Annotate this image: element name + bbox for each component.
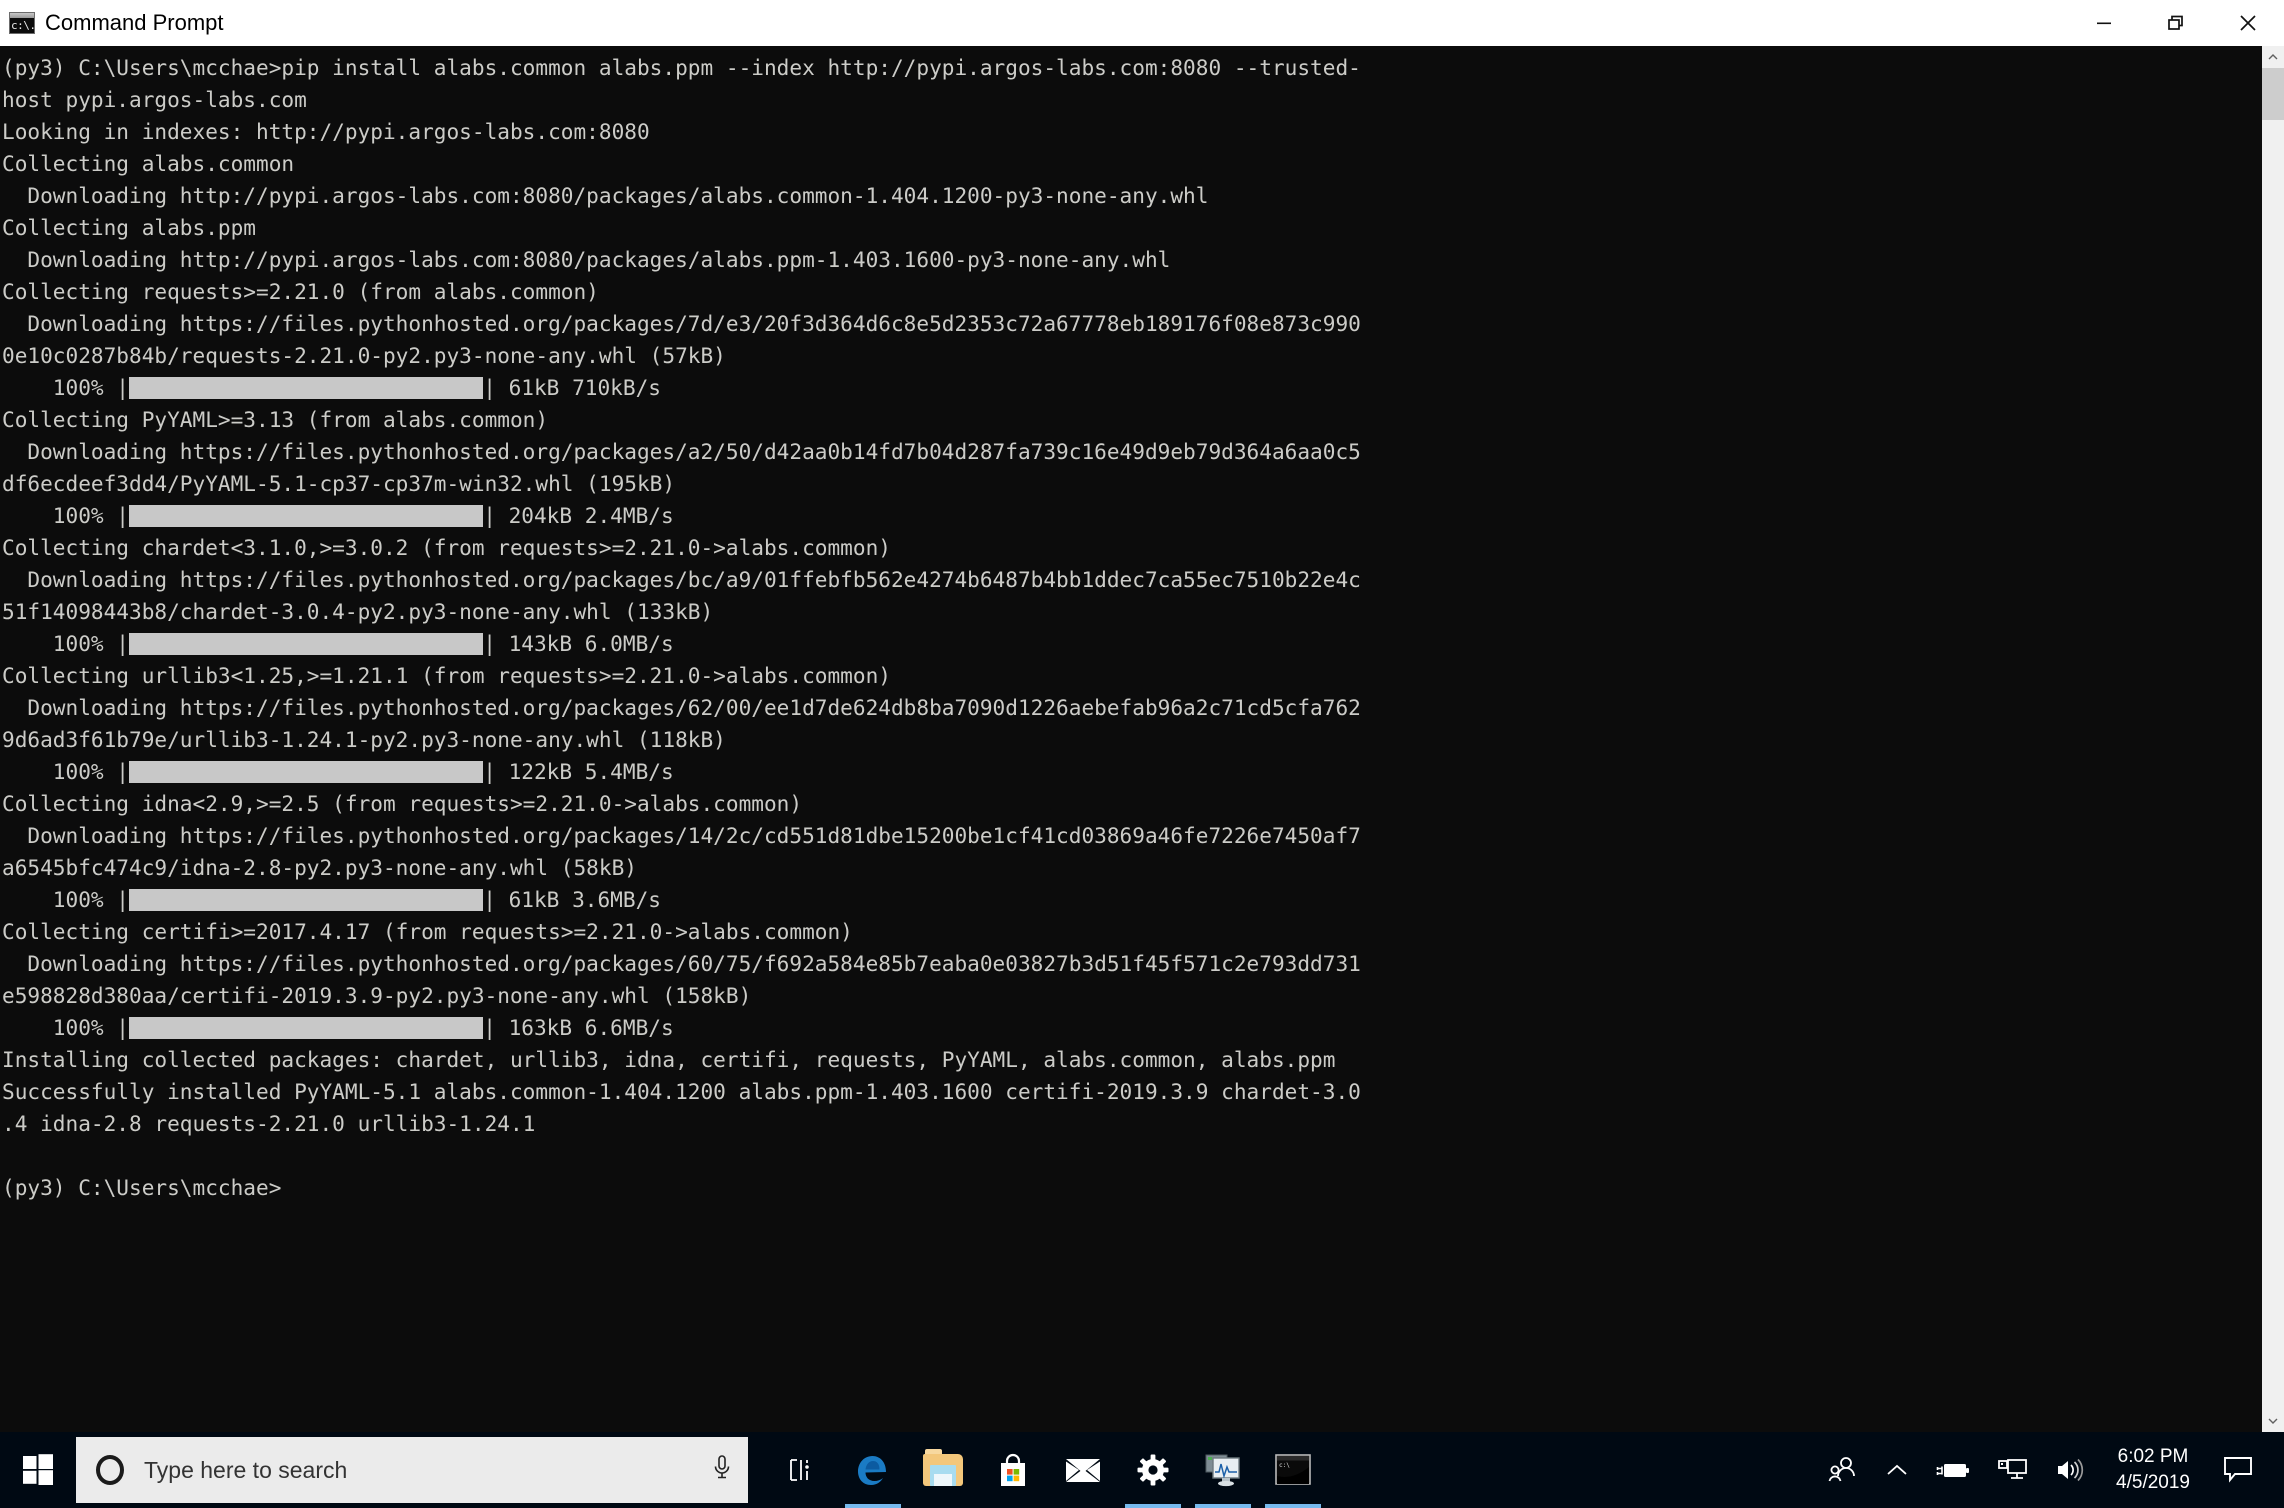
window-titlebar[interactable]: Command Prompt <box>0 0 2284 46</box>
network-icon[interactable] <box>1984 1432 2042 1508</box>
people-icon[interactable] <box>1814 1432 1872 1508</box>
progress-bar <box>129 633 484 655</box>
clock-date: 4/5/2019 <box>2116 1472 2190 1493</box>
task-view-icon <box>790 1459 809 1481</box>
taskbar-item-command-prompt[interactable]: c:\ <box>1259 1432 1327 1508</box>
progress-bar <box>129 505 484 527</box>
window-title: Command Prompt <box>45 10 224 35</box>
action-center-button[interactable] <box>2206 1432 2276 1508</box>
search-input[interactable]: Type here to search <box>76 1437 748 1503</box>
restore-icon <box>2168 15 2183 30</box>
scroll-up-button[interactable] <box>2262 46 2284 68</box>
taskbar-item-file-explorer[interactable] <box>909 1432 977 1508</box>
terminal-scrollbar[interactable] <box>2262 46 2284 1432</box>
progress-bar <box>129 761 484 783</box>
speaker-icon[interactable] <box>2042 1432 2100 1508</box>
battery-charging-icon[interactable] <box>1922 1432 1984 1508</box>
taskbar-item-microsoft-store[interactable] <box>979 1432 1047 1508</box>
console-window-icon: c:\ <box>1275 1454 1311 1485</box>
windows-taskbar: Type here to search c:\ 6:02 PM 4/5/2019 <box>0 1432 2284 1508</box>
chevron-up-icon <box>1887 1464 1907 1475</box>
progress-bar <box>129 377 484 399</box>
cmd-icon <box>9 12 36 34</box>
minimize-icon <box>2097 22 2111 25</box>
taskbar-clock[interactable]: 6:02 PM 4/5/2019 <box>2100 1432 2206 1508</box>
folder-icon <box>923 1449 963 1486</box>
scroll-down-button[interactable] <box>2262 1410 2284 1432</box>
taskbar-item-microsoft-edge[interactable] <box>839 1432 907 1508</box>
progress-bar <box>129 1017 484 1039</box>
terminal-output-area[interactable]: (py3) C:\Users\mcchae>pip install alabs.… <box>0 46 2262 1432</box>
taskbar-item-resource-monitor[interactable] <box>1189 1432 1257 1508</box>
notification-icon <box>2224 1457 2252 1483</box>
gear-icon <box>1137 1454 1169 1486</box>
taskbar-item-task-view[interactable] <box>769 1432 837 1508</box>
command-prompt-window: Command Prompt (py3) C:\Users\m <box>0 0 2284 1432</box>
taskbar-item-mail[interactable] <box>1049 1432 1117 1508</box>
taskbar-app-buttons: c:\ <box>768 1432 1328 1508</box>
chevron-up-icon <box>2268 54 2278 60</box>
minimize-button[interactable] <box>2068 0 2140 46</box>
svg-text:c:\: c:\ <box>1279 1462 1290 1469</box>
close-icon <box>2240 15 2256 31</box>
window-controls <box>2068 0 2284 46</box>
chevron-down-icon <box>2268 1418 2278 1424</box>
titlebar-left-group: Command Prompt <box>0 0 2068 46</box>
close-button[interactable] <box>2212 0 2284 46</box>
taskbar-item-settings[interactable] <box>1119 1432 1187 1508</box>
taskbar-spacer <box>1328 1432 1814 1508</box>
show-hidden-icons-button[interactable] <box>1872 1432 1922 1508</box>
store-bag-icon <box>1001 1453 1025 1486</box>
system-tray: 6:02 PM 4/5/2019 <box>1814 1432 2284 1508</box>
envelope-icon <box>1066 1459 1100 1482</box>
scrollbar-track[interactable] <box>2262 120 2284 1410</box>
microphone-icon[interactable] <box>710 1453 734 1488</box>
scrollbar-thumb[interactable] <box>2262 68 2284 120</box>
edge-icon <box>858 1456 886 1485</box>
start-button[interactable] <box>0 1432 76 1508</box>
search-placeholder: Type here to search <box>144 1456 348 1483</box>
cortana-circle-icon <box>96 1455 124 1485</box>
windows-logo-icon <box>23 1454 53 1485</box>
console-text: (py3) C:\Users\mcchae>pip install alabs.… <box>2 55 1361 1200</box>
progress-bar <box>129 889 484 911</box>
clock-time: 6:02 PM <box>2117 1446 2189 1467</box>
restore-button[interactable] <box>2140 0 2212 46</box>
monitor-graph-icon <box>1205 1454 1240 1487</box>
